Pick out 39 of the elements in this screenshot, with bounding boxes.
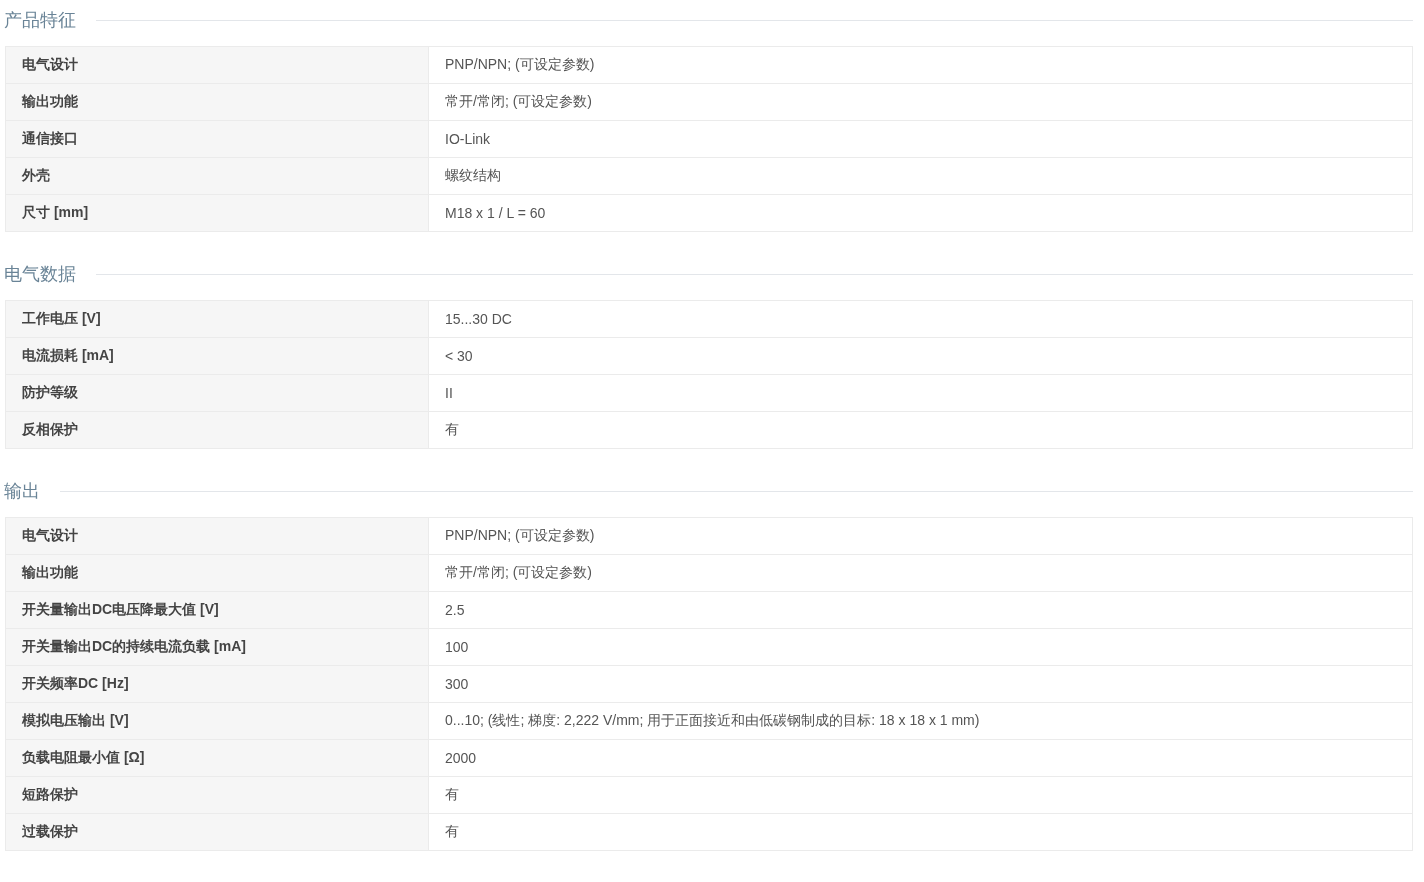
spec-label-cell: 尺寸 [mm] (5, 194, 429, 232)
spec-label-cell: 输出功能 (5, 554, 429, 592)
spec-label-cell: 反相保护 (5, 411, 429, 449)
spec-label-cell: 电气设计 (5, 46, 429, 84)
spec-value-cell: 有 (428, 813, 1413, 851)
spec-label-cell: 外壳 (5, 157, 429, 195)
spec-label-cell: 开关量输出DC的持续电流负载 [mA] (5, 628, 429, 666)
spec-value-cell: 15...30 DC (428, 300, 1413, 338)
spec-label-cell: 开关量输出DC电压降最大值 [V] (5, 591, 429, 629)
spec-value-cell: 有 (428, 776, 1413, 814)
spec-value-cell: M18 x 1 / L = 60 (428, 194, 1413, 232)
spec-label-cell: 负载电阻最小值 [Ω] (5, 739, 429, 777)
spec-label-cell: 过载保护 (5, 813, 429, 851)
spec-value-cell: PNP/NPN; (可设定参数) (428, 517, 1413, 555)
spec-label-cell: 电气设计 (5, 517, 429, 555)
spec-value-cell: < 30 (428, 337, 1413, 375)
spec-value-cell: 2000 (428, 739, 1413, 777)
spec-label-cell: 开关频率DC [Hz] (5, 665, 429, 703)
spec-label-cell: 模拟电压输出 [V] (5, 702, 429, 740)
spec-value-cell: 螺纹结构 (428, 157, 1413, 195)
spec-label-cell: 输出功能 (5, 83, 429, 121)
spec-value-cell: 100 (428, 628, 1413, 666)
section-heading: 产品特征 (4, 9, 76, 32)
spec-value-cell: 0...10; (线性; 梯度: 2,222 V/mm; 用于正面接近和由低碳钢制成的目标: 18 x 18 x 1 mm) (428, 702, 1413, 740)
spec-label-cell: 通信接口 (5, 120, 429, 158)
spec-label-cell: 电流损耗 [mA] (5, 337, 429, 375)
spec-value-cell: 常开/常闭; (可设定参数) (428, 554, 1413, 592)
spec-label-cell: 短路保护 (5, 776, 429, 814)
spec-label-cell: 工作电压 [V] (5, 300, 429, 338)
spec-value-cell: II (428, 374, 1413, 412)
section-heading: 电气数据 (4, 263, 76, 286)
spec-value-cell: 300 (428, 665, 1413, 703)
spec-label-cell: 防护等级 (5, 374, 429, 412)
spec-value-cell: 2.5 (428, 591, 1413, 629)
section-heading: 输出 (4, 480, 40, 503)
spec-value-cell: 有 (428, 411, 1413, 449)
spec-value-cell: PNP/NPN; (可设定参数) (428, 46, 1413, 84)
spec-value-cell: 常开/常闭; (可设定参数) (428, 83, 1413, 121)
spec-value-cell: IO-Link (428, 120, 1413, 158)
